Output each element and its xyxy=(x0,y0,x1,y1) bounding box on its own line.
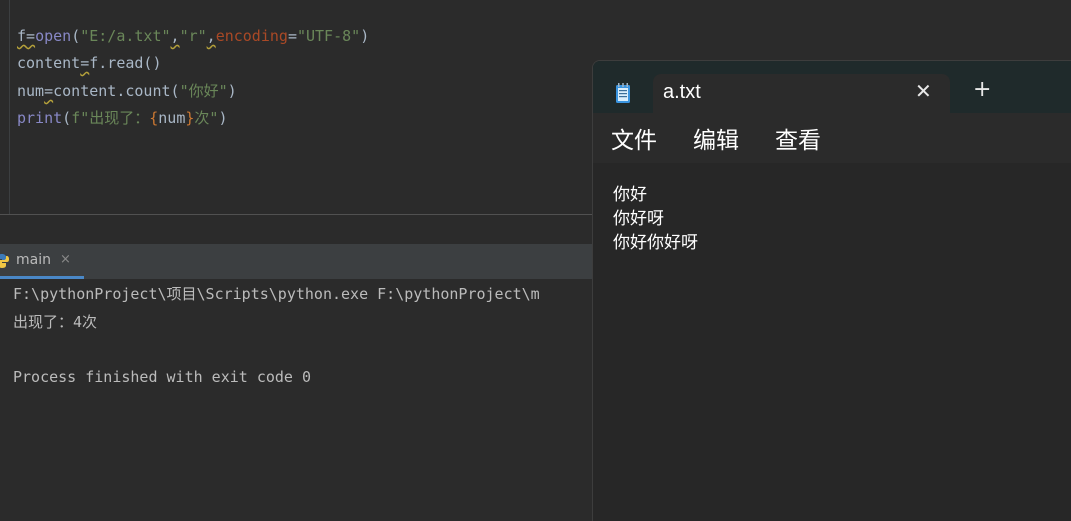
text-line: 你好呀 xyxy=(613,209,664,229)
code-line-1[interactable]: f=open("E:/a.txt","r",encoding="UTF-8") xyxy=(17,26,369,46)
code-token: f xyxy=(17,27,27,45)
notepad-menu-bar: 文件 编辑 查看 xyxy=(593,113,1071,163)
new-tab-plus-icon[interactable]: + xyxy=(973,77,991,102)
menu-edit[interactable]: 编辑 xyxy=(693,121,739,155)
notepad-title-bar[interactable]: a.txt ✕ + xyxy=(593,61,1071,113)
notepad-text-area[interactable]: 你好 你好呀 你好你好呀 xyxy=(593,163,1071,521)
code-token: = xyxy=(44,82,54,100)
console-line: 出现了：4次 xyxy=(13,313,98,331)
code-token: f.read() xyxy=(89,54,162,72)
code-token: "r" xyxy=(179,27,207,45)
notepad-tab-title: a.txt xyxy=(663,81,701,103)
code-line-4[interactable]: print(f"出现了：{num}次") xyxy=(17,108,227,128)
menu-view[interactable]: 查看 xyxy=(775,121,821,155)
console-line: Process finished with exit code 0 xyxy=(13,368,312,386)
editor-gutter-divider xyxy=(9,0,10,214)
code-line-3[interactable]: num=content.count("你好") xyxy=(17,81,237,101)
code-token: encoding xyxy=(215,27,288,45)
notepad-window: a.txt ✕ + 文件 编辑 查看 你好 你好呀 你好你好呀 xyxy=(592,60,1071,521)
code-token: = xyxy=(26,27,36,45)
code-token: = xyxy=(80,54,90,72)
code-token: , xyxy=(170,27,180,45)
python-icon xyxy=(0,254,9,268)
close-icon[interactable]: × xyxy=(60,252,71,267)
code-token: = xyxy=(287,27,297,45)
run-tab-label: main xyxy=(16,252,51,268)
code-token: , xyxy=(206,27,216,45)
code-token: "你好" xyxy=(179,82,228,100)
code-token: content xyxy=(17,54,81,72)
text-line: 你好你好呀 xyxy=(613,233,698,253)
text-line: 你好 xyxy=(613,185,647,205)
close-icon[interactable]: ✕ xyxy=(915,79,932,103)
code-token: num xyxy=(158,109,186,127)
code-token: ) xyxy=(218,109,228,127)
code-line-2[interactable]: content=f.read() xyxy=(17,53,162,73)
code-token: print xyxy=(17,109,63,127)
code-token: ) xyxy=(227,82,237,100)
code-token: num xyxy=(17,82,45,100)
code-token: ( xyxy=(62,109,72,127)
notepad-tab-a-txt[interactable]: a.txt ✕ xyxy=(653,74,950,113)
code-token: 次" xyxy=(194,109,219,127)
code-token: f"出现了： xyxy=(71,109,150,127)
code-token: ( xyxy=(71,27,81,45)
run-tab-main[interactable]: main × xyxy=(0,244,84,279)
code-token: open xyxy=(35,27,72,45)
code-token: { xyxy=(149,109,159,127)
code-token: "E:/a.txt" xyxy=(80,27,171,45)
console-line: F:\pythonProject\项目\Scripts\python.exe F… xyxy=(13,285,540,303)
code-token: ) xyxy=(360,27,370,45)
code-token: "UTF-8" xyxy=(296,27,361,45)
menu-file[interactable]: 文件 xyxy=(611,121,657,155)
notepad-app-icon xyxy=(616,83,630,103)
code-token: content.count( xyxy=(53,82,180,100)
